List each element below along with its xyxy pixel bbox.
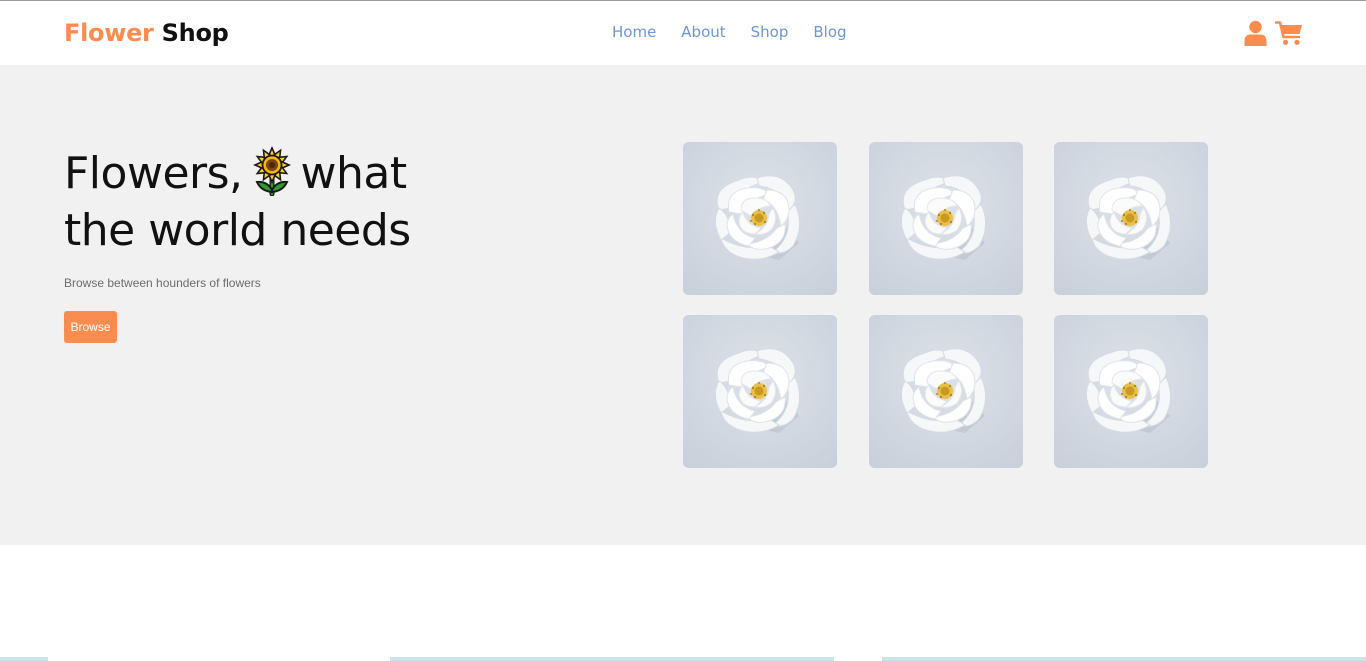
white-rose-image [683,142,837,295]
product-card[interactable] [869,142,1023,295]
main-nav: Home About Shop Blog [612,23,872,41]
hero-subtitle: Browse between hounders of flowers [64,276,261,290]
brand-part-shop: Shop [161,19,229,47]
product-card[interactable] [869,315,1023,468]
sunflower-icon [252,146,291,196]
nav-blog[interactable]: Blog [813,23,846,41]
site-header: Flower Shop Home About Shop Blog [0,1,1366,65]
browse-button[interactable]: Browse [64,311,117,343]
product-card[interactable] [1054,315,1208,468]
brand-part-flower: Flower [64,19,154,47]
white-rose-image [1054,142,1208,295]
hero-title: Flowers, what the world needs [64,145,484,259]
cart-icon[interactable] [1275,20,1303,46]
hero-title-end: what [300,148,408,199]
white-rose-image [1054,315,1208,468]
header-icons [1244,20,1303,46]
white-rose-image [683,315,837,468]
white-rose-image [869,315,1023,468]
hero-title-line2: the world needs [64,205,411,256]
brand-logo[interactable]: Flower Shop [64,19,229,47]
white-rose-image [869,142,1023,295]
nav-shop[interactable]: Shop [751,23,789,41]
product-card[interactable] [1054,142,1208,295]
nav-home[interactable]: Home [612,23,656,41]
hero-title-start: Flowers, [64,148,243,199]
bottom-edge-strip [0,657,1366,661]
product-card[interactable] [683,315,837,468]
user-icon[interactable] [1244,20,1267,46]
product-card[interactable] [683,142,837,295]
hero-section: Flowers, what the world needs Browse bet… [0,65,1366,545]
nav-about[interactable]: About [681,23,725,41]
